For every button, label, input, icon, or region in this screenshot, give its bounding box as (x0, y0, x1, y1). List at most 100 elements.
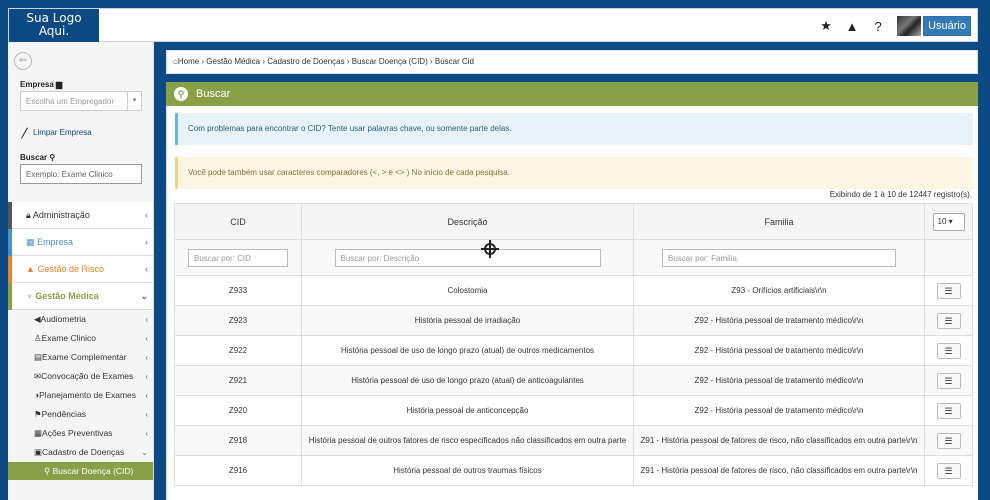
column-header-descricao[interactable]: Descrição (301, 203, 634, 240)
details-list-icon[interactable]: ☰ (936, 282, 961, 299)
sidebar-item-planejamento[interactable]: ◑Planejamento de Exames ‹ (34, 386, 153, 405)
actions-cell: ☰ (924, 395, 973, 426)
details-list-icon[interactable]: ☰ (936, 342, 961, 359)
menu-administracao[interactable]: 🔒︎ Administração ‹ (8, 202, 153, 229)
cell-familia: Z92 - História pessoal de tratamento méd… (633, 395, 925, 426)
menu-gestao-risco[interactable]: ▲ Gestão de Risco ‹ (8, 256, 153, 283)
records-count: Exibindo de 1 à 10 de 12447 registro(s). (829, 190, 972, 199)
flag-icon: ⚑ (34, 409, 42, 419)
logo[interactable]: Sua Logo Aqui. (9, 9, 99, 42)
cell-cid: Z921 (174, 365, 302, 396)
filter-familia-input[interactable]: Buscar por: Familia (662, 248, 896, 267)
breadcrumb-home[interactable]: Home (178, 57, 199, 66)
cell-cid: Z916 (174, 455, 302, 486)
table-row[interactable]: Z933 Colostomia Z93 - Orifícios artificiai… (174, 275, 973, 306)
table-row[interactable]: Z921 História pessoal de uso de longo pra… (174, 365, 973, 396)
table-row[interactable]: Z916 História pessoal de outros traumas f… (174, 455, 973, 486)
cell-descricao: História pessoal de outros fatores de ri… (301, 425, 634, 456)
breadcrumb-buscar-doenca[interactable]: Buscar Doença (CID) (352, 57, 428, 66)
sidebar-item-acoes-preventivas[interactable]: ▦Ações Preventivas ‹ (34, 424, 153, 443)
breadcrumb-gestao-medica[interactable]: Gestão Médica (206, 57, 260, 66)
menu-empresa[interactable]: ▦ Empresa ‹ (8, 229, 153, 256)
page-size-cell: 10 ▾ (924, 203, 973, 240)
warning-alert: Você pode também usar caracteres compara… (175, 157, 973, 189)
filter-cid-input[interactable]: Buscar por: CID (188, 248, 288, 267)
actions-cell: ☰ (924, 365, 973, 396)
sidebar-item-buscar-doenca[interactable]: ⚲ Buscar Doença (CID) (8, 462, 153, 480)
sidebar-menu: 🔒︎ Administração ‹ ▦ Empresa ‹ ▲ Gestão … (8, 202, 153, 480)
details-list-icon[interactable]: ☰ (936, 312, 961, 329)
details-list-icon[interactable]: ☰ (936, 462, 961, 479)
cell-cid: Z920 (174, 395, 302, 426)
sidebar-item-pendencias[interactable]: ⚑Pendências ‹ (34, 405, 153, 424)
panel-title: Buscar (196, 88, 231, 100)
table-row[interactable]: Z918 História pessoal de outros fatores d… (174, 425, 973, 456)
buscar-label: Buscar ⚲ (20, 153, 56, 162)
logo-line-2: Aqui. (38, 24, 70, 38)
breadcrumb-cadastro-doencas[interactable]: Cadastro de Doenças (267, 57, 344, 66)
table-row[interactable]: Z922 História pessoal de uso de longo pra… (174, 335, 973, 366)
details-list-icon[interactable]: ☰ (936, 402, 961, 419)
cell-familia: Z93 - Orifícios artificiais\r\n (633, 275, 925, 306)
breadcrumb: ⌂Home › Gestão Médica › Cadastro de Doen… (166, 50, 978, 74)
sidebar-item-exame-clinico[interactable]: ♙Exame Clinico ‹ (34, 329, 153, 348)
avatar[interactable] (897, 16, 922, 36)
pen-icon (21, 127, 28, 139)
star-icon[interactable]: ★ (819, 18, 833, 34)
cell-descricao: História pessoal de uso de longo prazo (… (301, 335, 634, 366)
cell-descricao: História pessoal de uso de longo prazo (… (301, 365, 634, 396)
sidebar-search-input[interactable]: Exemplo: Exame Clinico (20, 164, 142, 184)
warning-icon: ▲ (26, 264, 35, 274)
help-icon[interactable]: ? (871, 19, 885, 34)
warning-icon[interactable]: ▲ (845, 19, 859, 34)
cid-table: CID Descrição Familia 10 ▾ Buscar por: C… (174, 203, 973, 486)
sidebar-item-cadastro-doencas[interactable]: ▣Cadastro de Doenças ⌄ (34, 443, 153, 462)
column-header-familia[interactable]: Familia (633, 203, 925, 240)
table-row[interactable]: Z923 História pessoal de irradiação Z92 - … (174, 305, 973, 336)
panel-header: ⚲ Buscar (166, 82, 978, 106)
search-icon: ⚲ (49, 153, 56, 162)
user-md-icon: ♙ (34, 333, 42, 343)
user-button[interactable]: Usuário (923, 16, 971, 36)
cell-familia: Z91 - História pessoal de fatores de ris… (633, 455, 925, 486)
table-row[interactable]: Z920 História pessoal de anticoncepção Z92… (174, 395, 973, 426)
empresa-label: Empresa ▆ (20, 80, 63, 89)
column-header-cid[interactable]: CID (174, 203, 302, 240)
info-alert: Com problemas para encontrar o CID? Tent… (175, 113, 973, 145)
chevron-left-icon: ‹ (145, 264, 148, 274)
cell-familia: Z92 - História pessoal de tratamento méd… (633, 305, 925, 336)
arrow-left-circle-icon[interactable]: ⇐ (14, 52, 32, 70)
lock-icon: 🔒︎ (26, 210, 31, 220)
gestao-medica-submenu: ◀︎Audiometria ‹ ♙Exame Clinico ‹ ▤Exame Co… (8, 310, 153, 480)
stethoscope-icon: ♆ (26, 291, 33, 301)
top-header: Sua Logo Aqui. ★ ▲ ? Usuário (8, 8, 978, 42)
details-list-icon[interactable]: ☰ (936, 432, 961, 449)
clear-empresa-link[interactable]: Limpar Empresa (21, 127, 92, 139)
header-actions: ★ ▲ ? Usuário (819, 14, 971, 38)
cell-descricao: Colostomia (301, 275, 634, 306)
cell-descricao: História pessoal de irradiação (301, 305, 634, 336)
menu-gestao-medica[interactable]: ♆ Gestão Médica ⌄ (8, 283, 153, 310)
details-list-icon[interactable]: ☰ (936, 372, 961, 389)
page-size-select[interactable]: 10 ▾ (932, 212, 965, 231)
cell-familia: Z91 - História pessoal de fatores de ris… (633, 425, 925, 456)
briefcase-icon: ▣ (34, 447, 43, 457)
chevron-left-icon: ‹ (145, 210, 148, 220)
sidebar-item-convocacao[interactable]: ✉Convocação de Exames ‹ (34, 367, 153, 386)
filter-descricao-input[interactable]: Buscar por: Descrição (334, 248, 601, 267)
sidebar-item-exame-complementar[interactable]: ▤Exame Complementar ‹ (34, 348, 153, 367)
search-icon: ⚲ (174, 87, 188, 101)
list-icon: ▦ (34, 428, 43, 438)
sidebar-item-audiometria[interactable]: ◀︎Audiometria ‹ (34, 310, 153, 329)
crosshair-cursor-icon (481, 240, 499, 258)
cell-cid: Z918 (174, 425, 302, 456)
file-icon: ▤ (34, 352, 43, 362)
panel-body: Com problemas para encontrar o CID? Tent… (166, 106, 978, 500)
cell-descricao: História pessoal de anticoncepção (301, 395, 634, 426)
filter-row: Buscar por: CID Buscar por: Descrição Bu… (174, 239, 973, 276)
actions-cell: ☰ (924, 275, 973, 306)
empresa-select[interactable]: Escolha um Empregador ▾ (20, 91, 142, 111)
actions-cell: ☰ (924, 425, 973, 456)
breadcrumb-buscar-cid: Buscar Cid (434, 57, 474, 66)
chevron-down-icon: ⌄ (140, 291, 148, 301)
